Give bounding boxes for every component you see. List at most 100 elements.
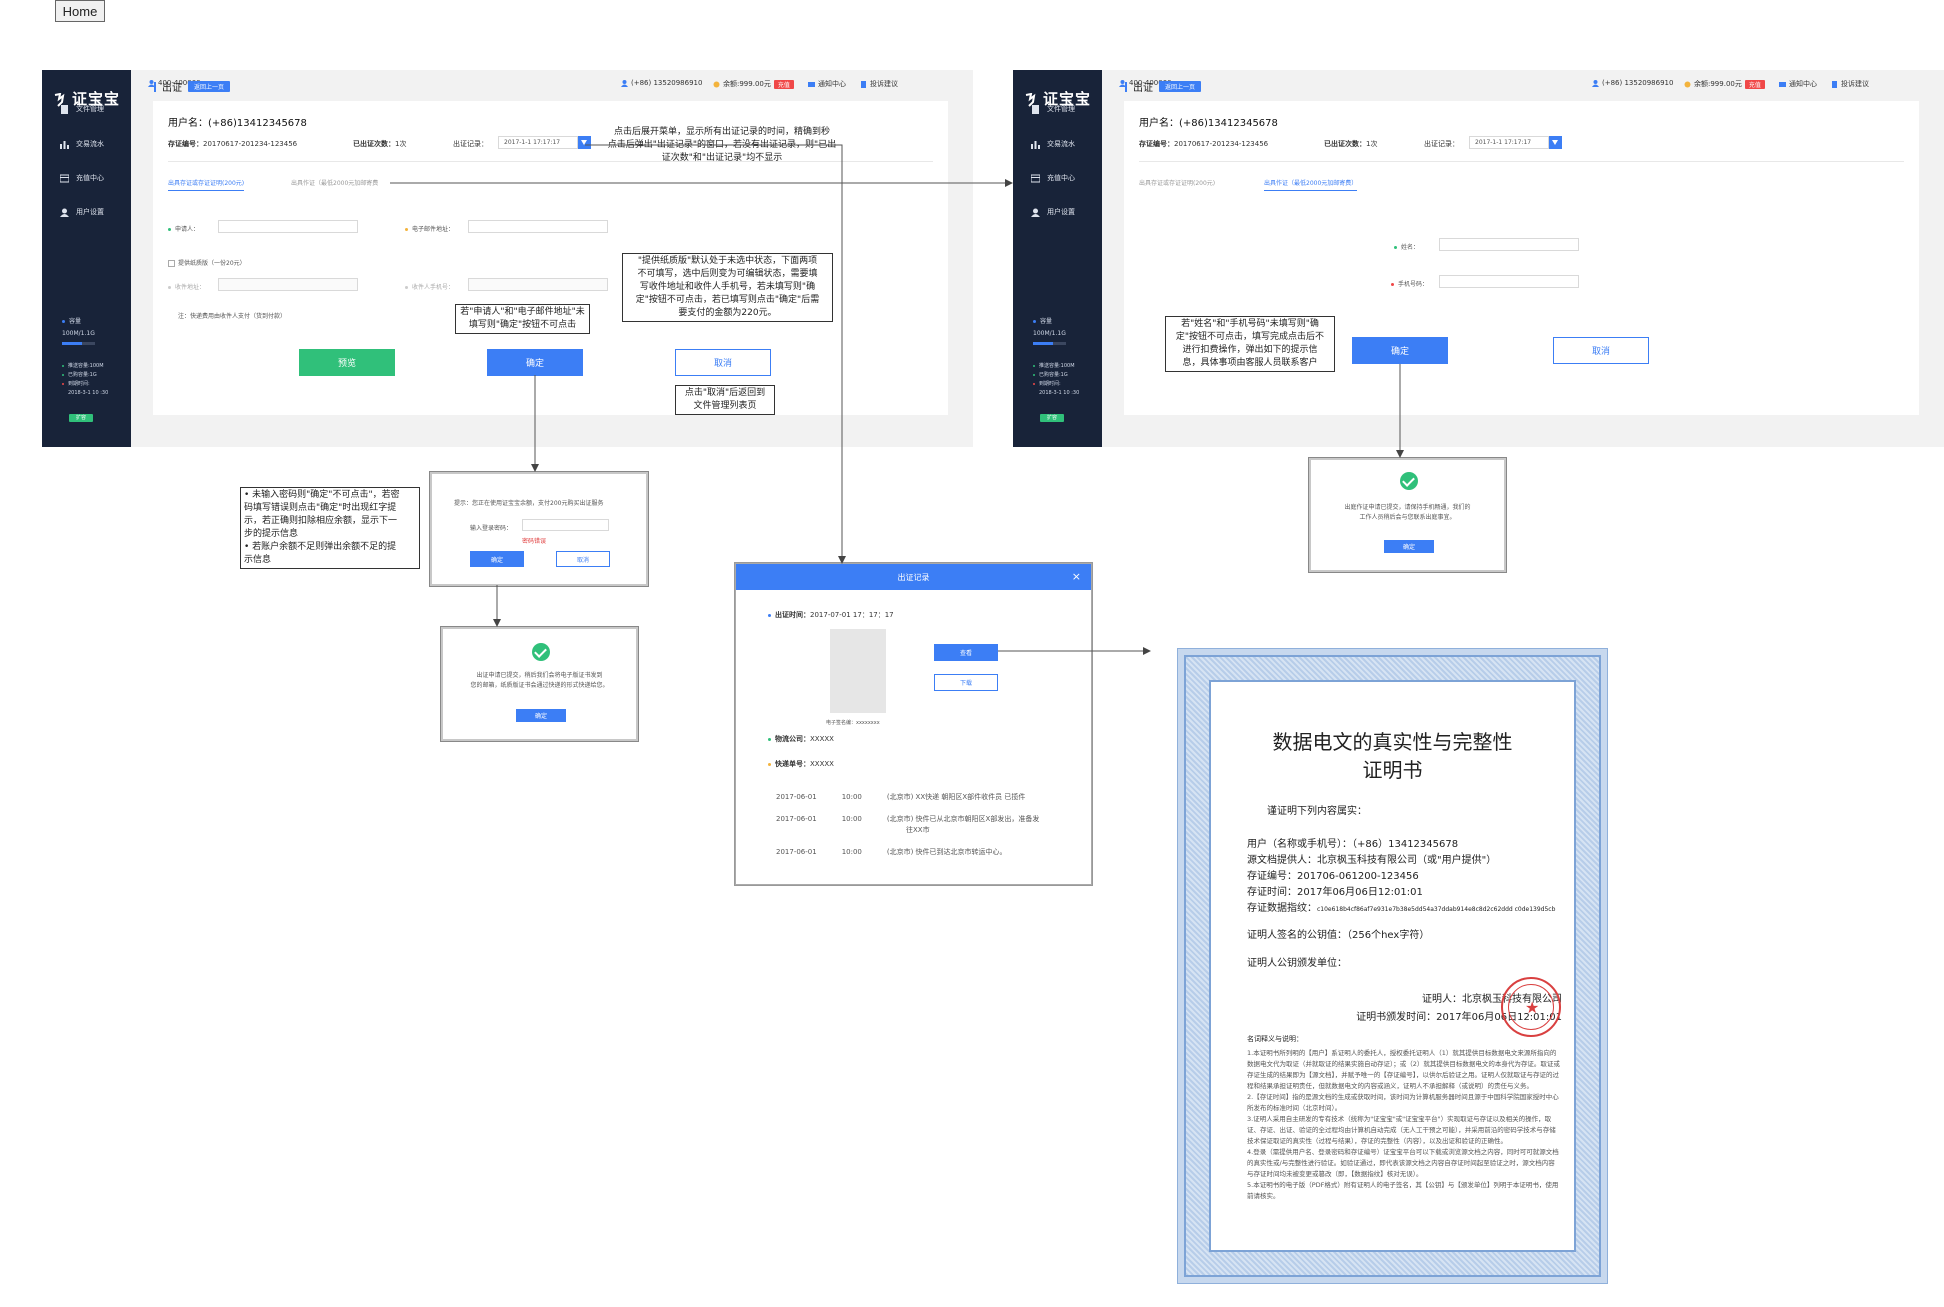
sidebar-item-label: 用户设置: [76, 208, 104, 216]
sidebar-item-label: 文件管理: [76, 105, 104, 113]
topbar-user[interactable]: (+86) 13520986910: [1592, 79, 1673, 87]
pay-modal: 提示：您正在使用证宝宝余额，支付200元购买出证服务 输入登录密码： 密码错误 …: [430, 472, 648, 586]
topbar-user[interactable]: (+86) 13520986910: [621, 79, 702, 87]
recharge-button[interactable]: 充值: [1744, 79, 1765, 89]
topbar: 400-400000 (+86) 13520986910 余额:999.00元充…: [130, 70, 973, 96]
sidebar-item-files[interactable]: 文件管理: [1031, 104, 1075, 114]
record-dropdown-button[interactable]: [1549, 136, 1562, 149]
recv-addr-label: 收件地址：: [168, 282, 205, 291]
back-button[interactable]: 返回上一页: [1159, 81, 1202, 92]
user-icon: [621, 79, 628, 87]
save-number: 存证编号：20170617-201234-123456: [1139, 140, 1269, 148]
preview-button[interactable]: 预览: [299, 349, 395, 376]
username: 用户名：(+86)13412345678: [168, 118, 307, 129]
wallet-icon: [1030, 174, 1041, 183]
note-name-required: 若"姓名"和"手机号码"未填写则"确 定"按钮不可点击，填写完成点击后不 进行扣…: [1165, 316, 1335, 372]
tab-testimony[interactable]: 出具作证（最低2000元加邮寄费）: [1264, 178, 1358, 191]
record-select[interactable]: 2017-1-1 17:17:17: [1469, 136, 1549, 149]
applicant-input[interactable]: [218, 220, 358, 233]
tab-testimony[interactable]: 出具作证（最低2000元加邮寄费: [291, 178, 378, 187]
cert-intro: 谨证明下列内容属实：: [1267, 806, 1367, 817]
back-button[interactable]: 返回上一页: [188, 81, 231, 92]
page-title: 出证 返回上一页: [154, 79, 231, 94]
sidebar-item-recharge[interactable]: 充值中心: [1030, 173, 1075, 183]
applicant-label: 申请人：: [168, 224, 199, 233]
tracking-number: 快递单号：XXXXX: [768, 759, 834, 769]
capacity-label: 容量: [62, 317, 81, 327]
cert-save-time: 存证时间：2017年06月06日12:01:01: [1247, 887, 1423, 898]
home-button[interactable]: Home: [55, 0, 105, 22]
cert-fingerprint: 存证数据指纹：c10e618b4cf86af7e931e7b38e5dd54a3…: [1247, 903, 1556, 914]
page-title: 出证 返回上一页: [1125, 79, 1202, 94]
feedback[interactable]: 投诉建议: [860, 79, 898, 89]
success-message: 出证申请已提交，稍后我们会将电子版证书发到 您的邮箱，纸质版证书会通过快递的形式…: [470, 672, 609, 689]
download-button[interactable]: 下载: [934, 674, 998, 691]
sidebar-item-transactions[interactable]: 交易流水: [60, 139, 104, 149]
expand-capacity-button[interactable]: 扩容: [1040, 414, 1064, 422]
email-input[interactable]: [468, 220, 608, 233]
record-popup-title: 出证记录: [897, 572, 930, 582]
notify-center[interactable]: 通知中心: [808, 79, 846, 89]
password-input[interactable]: [522, 519, 609, 531]
bar-chart-icon: [60, 140, 69, 149]
sidebar-item-label: 充值中心: [76, 174, 104, 182]
log-row-cont: 往XX市: [906, 826, 930, 834]
cert-source: 源文档提供人：北京枫玉科技有限公司（或"用户提供"）: [1247, 855, 1497, 866]
bar-chart-icon: [1031, 140, 1040, 149]
issue-count: 已出证次数：1次: [1324, 140, 1378, 148]
capacity-value: 100M/1.1G: [1033, 330, 1066, 337]
paper-checkbox[interactable]: 提供纸质版（一份20元）: [168, 258, 246, 267]
sidebar-item-label: 充值中心: [1047, 174, 1075, 182]
sidebar-item-transactions[interactable]: 交易流水: [1031, 139, 1075, 149]
notify-center[interactable]: 通知中心: [1779, 79, 1817, 89]
recv-phone-input[interactable]: [468, 278, 608, 291]
coin-icon: [1684, 81, 1691, 88]
view-button[interactable]: 查看: [934, 644, 998, 661]
cert-title-1: 数据电文的真实性与完整性: [1272, 730, 1513, 754]
pay-tip: 提示：您正在使用证宝宝余额，支付200元购买出证服务: [454, 500, 604, 507]
expand-capacity-button[interactable]: 扩容: [69, 414, 93, 422]
sidebar-item-label: 交易流水: [1047, 140, 1075, 148]
ok-button[interactable]: 确定: [487, 349, 583, 376]
capacity-label: 容量: [1033, 317, 1052, 327]
recv-addr-input[interactable]: [218, 278, 358, 291]
topbar-balance: 余额:999.00元 充值: [713, 79, 794, 89]
close-icon[interactable]: ×: [1072, 570, 1081, 583]
success-modal-right: 出庭作证申请已提交，请保持手机畅通，我们的 工作人员稍后会与您联系出庭事宜。 确…: [1309, 458, 1506, 572]
ok-button[interactable]: 确定: [1352, 337, 1448, 364]
sidebar-item-user-settings[interactable]: 用户设置: [60, 207, 104, 217]
sidebar-item-user-settings[interactable]: 用户设置: [1031, 207, 1075, 217]
cancel-button[interactable]: 取消: [675, 349, 771, 376]
feedback[interactable]: 投诉建议: [1831, 79, 1869, 89]
shipping-notice: 注：快递费用由收件人支付（货到付款）: [178, 313, 287, 320]
record-select[interactable]: 2017-1-1 17:17:17: [498, 136, 578, 149]
username: 用户名：(+86)13412345678: [1139, 118, 1278, 129]
document-icon: [860, 80, 867, 88]
tab-certificate[interactable]: 出具存证或存证证明(200元): [168, 178, 245, 191]
email-label: 电子邮件地址：: [405, 224, 454, 233]
divider: [1139, 161, 1904, 162]
sidebar-item-recharge[interactable]: 充值中心: [59, 173, 104, 183]
tab-certificate[interactable]: 出具存证或存证证明(200元): [1139, 178, 1215, 187]
sidebar: 证宝宝 文件管理 交易流水 充值中心 用户设置 容量 100M/1.1G 推送容…: [42, 70, 131, 447]
pay-cancel-button[interactable]: 取消: [556, 551, 610, 567]
phone-input[interactable]: [1439, 275, 1579, 288]
success-ok-button[interactable]: 确定: [516, 709, 566, 722]
password-error: 密码错误: [522, 538, 547, 545]
sidebar: 证宝宝 文件管理 交易流水 充值中心 用户设置 容量 100M/1.1G 推送容…: [1013, 70, 1102, 447]
sidebar-item-label: 交易流水: [76, 140, 104, 148]
recharge-button[interactable]: 充值: [773, 79, 794, 89]
cancel-button[interactable]: 取消: [1553, 337, 1649, 364]
recv-phone-label: 收件人手机号：: [405, 282, 454, 291]
capacity-value: 100M/1.1G: [62, 330, 95, 337]
terms-body: 1.本证明书所列明的【用户】系证明人的委托人，授权委托证明人（1）就其提供目标数…: [1247, 1049, 1560, 1200]
esig-line: 电子签名编：xxxxxxxx: [826, 720, 880, 726]
sidebar-item-files[interactable]: 文件管理: [60, 104, 104, 114]
record-popup: 出证记录 × 出证时间：2017-07-01 17：17：17 电子签名编：xxx…: [735, 563, 1092, 885]
record-label: 出证记录：: [1424, 140, 1459, 148]
success-ok-button[interactable]: 确定: [1384, 540, 1434, 553]
phone-label: 手机号码：: [1391, 279, 1428, 288]
log-row: 2017-06-01 10:00 (北京市) 快件已从北京市朝阳区X部发出，准备发: [776, 815, 1040, 823]
name-input[interactable]: [1439, 238, 1579, 251]
pay-ok-button[interactable]: 确定: [470, 551, 524, 567]
